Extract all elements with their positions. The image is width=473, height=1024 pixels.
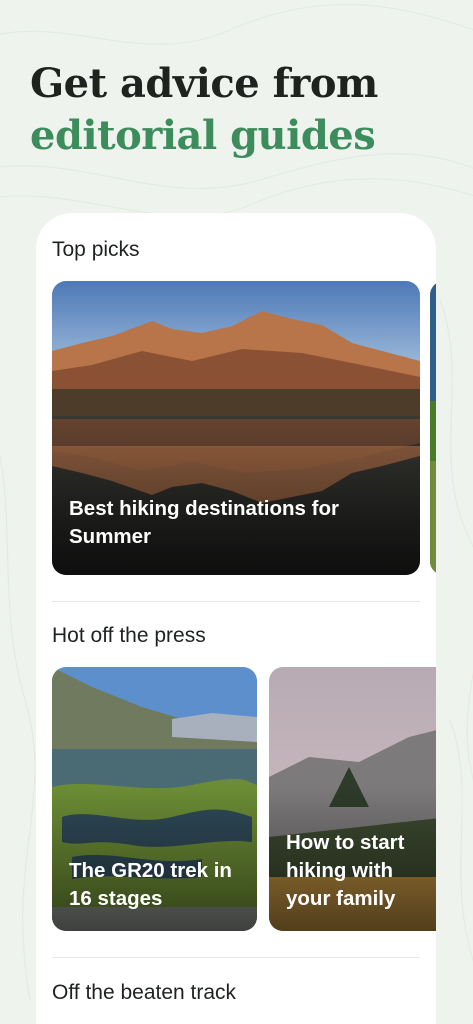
- card-best-hiking-destinations[interactable]: Best hiking destinations for Summer: [52, 281, 420, 575]
- card-title: The GR20 trek in 16 stages: [69, 859, 232, 910]
- section-divider: [52, 601, 420, 602]
- phone-screen: Top picks Best hiking destinations for S…: [36, 213, 436, 1024]
- section-title-top-picks: Top picks: [52, 238, 140, 261]
- card-hiking-with-family[interactable]: How to start hiking with your family: [269, 667, 436, 931]
- card-title: Best hiking destinations for Summer: [69, 497, 339, 548]
- headline-line-2: editorial guides: [30, 112, 376, 159]
- section-divider: [52, 957, 420, 958]
- page-headline: Get advice from editorial guides: [30, 58, 378, 162]
- section-title-hot-off-the-press: Hot off the press: [52, 624, 206, 647]
- card-title: How to start hiking with your family: [286, 831, 405, 910]
- card-gr20-trek[interactable]: The GR20 trek in 16 stages: [52, 667, 257, 931]
- section-title-off-the-beaten-track: Off the beaten track: [52, 981, 237, 1004]
- card-next-peek[interactable]: [430, 281, 436, 575]
- card-image-green-meadow: [430, 281, 436, 575]
- headline-line-1: Get advice from: [30, 60, 378, 107]
